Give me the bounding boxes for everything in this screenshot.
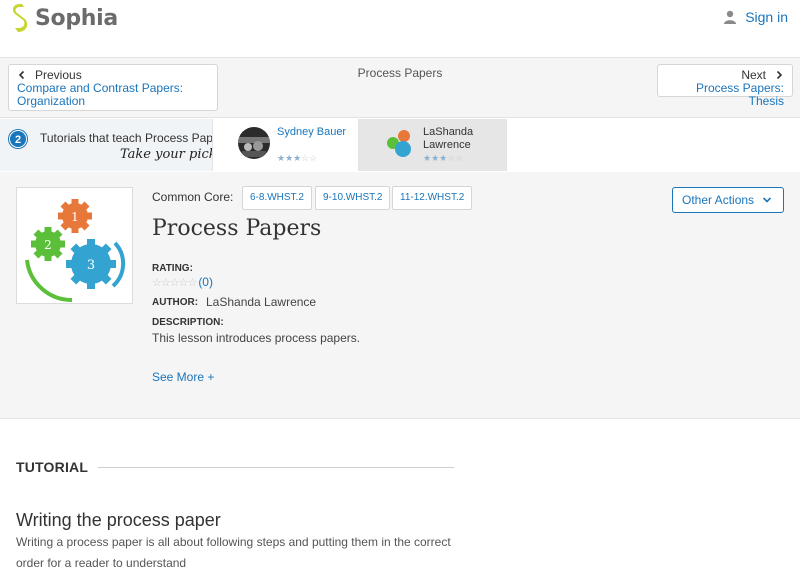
star-empty-icon: ☆☆☆☆☆ [152, 277, 197, 289]
divider [98, 467, 454, 468]
next-lesson-link[interactable]: Process Papers: Thesis [666, 82, 784, 108]
chevron-left-icon [18, 70, 25, 80]
avatar [238, 127, 270, 159]
lesson-navigation: Previous Compare and Contrast Papers: Or… [0, 58, 800, 118]
next-direction: Next [666, 68, 784, 82]
gears-icon: 1 2 3 [25, 199, 126, 303]
previous-direction: Previous [17, 68, 209, 82]
other-actions-button[interactable]: Other Actions [672, 187, 784, 213]
sign-in-link[interactable]: Sign in [723, 9, 788, 25]
tutorial-card-lashanda-lawrence[interactable]: LaShanda Lawrence ★★★☆☆ [358, 119, 506, 171]
star-filled-icon: ★★★ [277, 153, 302, 163]
star-empty-icon: ☆☆ [301, 153, 318, 163]
standard-tag[interactable]: 6-8.WHST.2 [242, 186, 312, 210]
previous-lesson-link[interactable]: Compare and Contrast Papers: Organizatio… [17, 82, 209, 108]
description-label: DESCRIPTION: [152, 317, 224, 328]
lesson-description: This lesson introduces process papers. [152, 331, 361, 345]
star-filled-icon: ★★★ [423, 153, 448, 163]
tutorial-count-badge: 2 [9, 130, 27, 148]
sign-in-label: Sign in [745, 9, 788, 25]
previous-button[interactable]: Previous Compare and Contrast Papers: Or… [8, 64, 218, 111]
sophia-logo[interactable]: Sophia [9, 3, 118, 33]
gears-thumbnail-icon [384, 127, 416, 159]
standard-tag[interactable]: 9-10.WHST.2 [315, 186, 391, 210]
lesson-thumbnail: 1 2 3 [16, 187, 133, 304]
gear-number-2: 2 [44, 238, 52, 252]
see-more-link[interactable]: See More + [152, 370, 214, 384]
site-header: Sophia Sign in [0, 0, 800, 58]
current-lesson-title: Process Papers [357, 66, 443, 80]
sophia-logo-icon [12, 4, 28, 32]
lesson-info: 1 2 3 Common Core: 6-8.WHST.2 9-10.WHST.… [0, 172, 800, 419]
tutorial-heading: TUTORIAL [16, 459, 89, 475]
logo-text: Sophia [35, 5, 118, 31]
standard-tag[interactable]: 11-12.WHST.2 [392, 186, 473, 210]
rating-label: RATING: [152, 263, 193, 274]
take-your-pick-text: Take your pick: [120, 147, 212, 162]
other-actions-label: Other Actions [682, 193, 755, 207]
tutorials-strip: 2 Tutorials that teach Process Papers Ta… [0, 119, 800, 171]
previous-label: Previous [35, 68, 82, 82]
avatar [384, 127, 416, 159]
tutorials-intro-text: Tutorials that teach Process Papers [40, 131, 212, 145]
tutorial-text: Writing a process paper is all about fol… [16, 535, 451, 570]
gear-number-1: 1 [71, 210, 79, 224]
tutorials-intro: 2 Tutorials that teach Process Papers Ta… [0, 119, 212, 171]
star-rating: ★★★☆☆ [423, 153, 463, 164]
chevron-down-icon [762, 197, 772, 203]
tutorial-author-name: Sydney Bauer [277, 126, 347, 138]
rating-stars[interactable]: ☆☆☆☆☆ (0) [152, 275, 213, 289]
author-name: LaShanda Lawrence [206, 295, 317, 309]
tutorials-strip-empty [506, 119, 800, 171]
rating-count[interactable]: (0) [198, 275, 213, 289]
next-label: Next [741, 68, 766, 82]
gear-number-3: 3 [87, 258, 95, 273]
author-label: AUTHOR: [152, 297, 199, 308]
tutorial-card-sydney-bauer[interactable]: Sydney Bauer ★★★☆☆ [212, 119, 358, 171]
common-core-label: Common Core: [152, 190, 234, 204]
tutorial-author-name: LaShanda Lawrence [423, 126, 474, 151]
star-empty-icon: ☆☆ [447, 153, 464, 163]
chevron-right-icon [776, 70, 783, 80]
avatar-photo-icon [238, 127, 270, 159]
lesson-title: Process Papers [152, 216, 322, 241]
next-button[interactable]: Next Process Papers: Thesis [657, 64, 793, 108]
person-icon [724, 10, 737, 24]
tutorial-title: Writing the process paper [16, 510, 221, 530]
star-rating: ★★★☆☆ [277, 153, 317, 164]
